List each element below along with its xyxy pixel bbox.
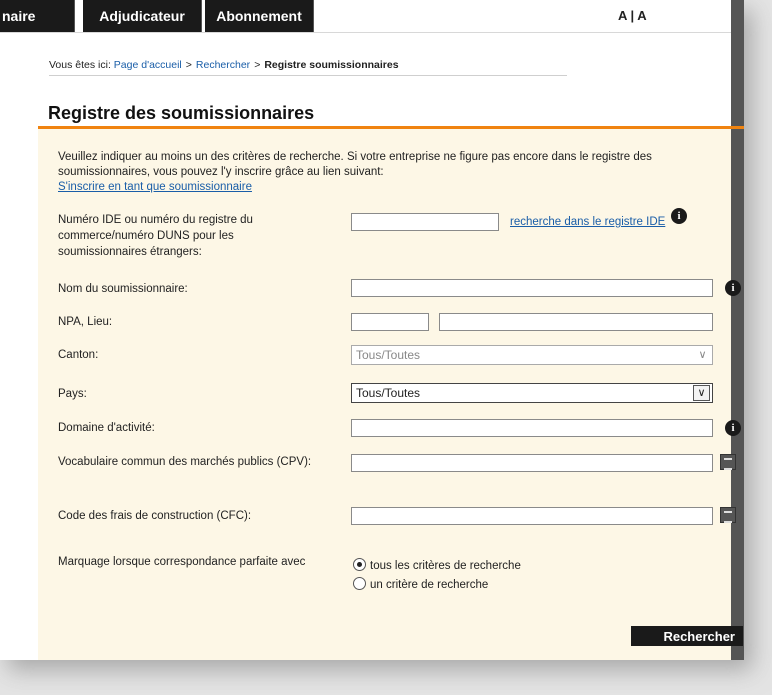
breadcrumb: Vous êtes ici: Page d'accueil > Rechercher… (49, 59, 399, 71)
font-size-switch[interactable]: A | A (618, 0, 647, 32)
intro-text-block: Veuillez indiquer au moins un des critèr… (58, 150, 708, 195)
chevron-down-icon: ∨ (698, 349, 707, 361)
breadcrumb-separator: > (254, 59, 261, 71)
info-icon[interactable]: i (725, 280, 741, 296)
match-marking-label: Marquage lorsque correspondance parfaite… (58, 556, 306, 568)
breadcrumb-current: Registre soumissionnaires (264, 59, 399, 71)
right-edge-stripe (731, 0, 744, 660)
info-icon[interactable]: i (671, 208, 687, 224)
info-icon[interactable]: i (725, 420, 741, 436)
radio-one-criterion-label: un critère de recherche (370, 579, 489, 591)
country-selected-value: Tous/Toutes (356, 386, 421, 400)
picker-list-icon[interactable] (720, 507, 736, 523)
cpv-input[interactable] (351, 454, 713, 472)
breadcrumb-home-link[interactable]: Page d'accueil (114, 59, 182, 71)
radio-unchecked-icon[interactable] (353, 577, 366, 590)
top-navigation: naire Adjudicateur Abonnement A | A (0, 0, 744, 33)
search-button[interactable]: Rechercher (631, 626, 743, 646)
radio-all-criteria-label: tous les critères de recherche (370, 560, 521, 572)
country-label: Pays: (58, 388, 87, 400)
page: naire Adjudicateur Abonnement A | A Vous… (0, 0, 744, 660)
breadcrumb-separator: > (185, 59, 192, 71)
chevron-down-icon: ∨ (693, 385, 710, 401)
canton-select[interactable]: Tous/Toutes ∨ (351, 345, 713, 365)
bidder-name-label: Nom du soumissionnaire: (58, 283, 188, 295)
cfc-input[interactable] (351, 507, 713, 525)
radio-all-criteria[interactable]: tous les critères de recherche (353, 558, 521, 573)
bidder-name-input[interactable] (351, 279, 713, 297)
nav-tab-adjudicateur[interactable]: Adjudicateur (83, 0, 202, 32)
register-bidder-link[interactable]: S'inscrire en tant que soumissionnaire (58, 181, 252, 193)
picker-list-icon[interactable] (720, 454, 736, 470)
nav-tab-soumissionnaire[interactable]: naire (0, 0, 75, 32)
activity-domain-input[interactable] (351, 419, 713, 437)
ide-register-search-link[interactable]: recherche dans le registre IDE (510, 216, 665, 228)
npa-input[interactable] (351, 313, 429, 331)
ide-input[interactable] (351, 213, 499, 231)
page-title: Registre des soumissionnaires (48, 103, 315, 123)
canton-label: Canton: (58, 349, 99, 361)
country-select[interactable]: Tous/Toutes ∨ (351, 383, 713, 403)
canton-selected-value: Tous/Toutes (356, 348, 421, 362)
cfc-label: Code des frais de construction (CFC): (58, 510, 252, 522)
breadcrumb-search-link[interactable]: Rechercher (196, 59, 250, 71)
radio-checked-icon[interactable] (353, 558, 366, 571)
nav-tab-abonnement[interactable]: Abonnement (205, 0, 314, 32)
lieu-input[interactable] (439, 313, 713, 331)
breadcrumb-prefix: Vous êtes ici: (49, 59, 111, 71)
ide-label: Numéro IDE ou numéro du registre du comm… (58, 214, 253, 258)
breadcrumb-divider (49, 75, 567, 76)
radio-one-criterion[interactable]: un critère de recherche (353, 577, 488, 592)
cpv-label: Vocabulaire commun des marchés publics (… (58, 456, 312, 468)
npa-lieu-label: NPA, Lieu: (58, 316, 113, 328)
intro-text: Veuillez indiquer au moins un des critèr… (58, 151, 652, 178)
activity-domain-label: Domaine d'activité: (58, 422, 155, 434)
